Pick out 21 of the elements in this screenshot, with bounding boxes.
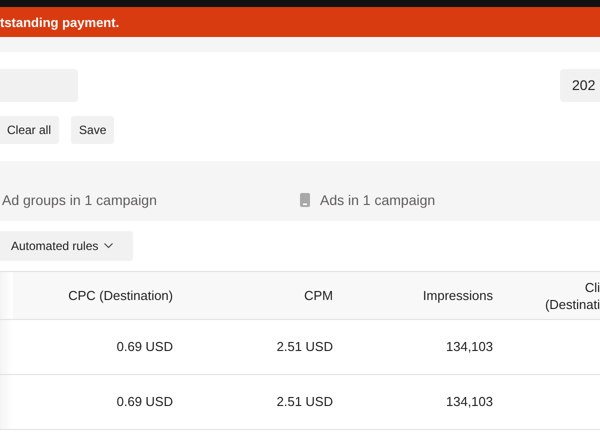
- column-shadow: [0, 272, 13, 319]
- column-header[interactable]: CPM: [304, 288, 333, 303]
- automated-rules-button[interactable]: Automated rules: [0, 231, 133, 261]
- banner-text: tstanding payment.: [0, 14, 120, 30]
- chevron-down-icon: [104, 243, 114, 249]
- table-cell: 2.51 USD: [276, 394, 333, 409]
- level-tab[interactable]: Ads in 1 campaign: [320, 192, 436, 208]
- table-cell: 0.69 USD: [116, 339, 173, 354]
- filter-button[interactable]: Save: [71, 116, 114, 144]
- phone-icon: [300, 193, 310, 207]
- column-header[interactable]: Cli: [584, 279, 600, 296]
- level-tab[interactable]: Ad groups in 1 campaign: [2, 192, 157, 208]
- table-cell: 0.69 USD: [116, 394, 173, 409]
- table-cell: 2.51 USD: [276, 339, 333, 354]
- column-header[interactable]: Impressions: [422, 288, 493, 303]
- filter-button[interactable]: Clear all: [0, 116, 60, 144]
- date-range-field[interactable]: 202: [560, 69, 600, 102]
- column-header[interactable]: CPC (Destination): [68, 288, 173, 303]
- table-cell: 134,103: [446, 339, 493, 354]
- column-header[interactable]: (Destinati: [545, 296, 600, 313]
- table-cell: 134,103: [446, 394, 493, 409]
